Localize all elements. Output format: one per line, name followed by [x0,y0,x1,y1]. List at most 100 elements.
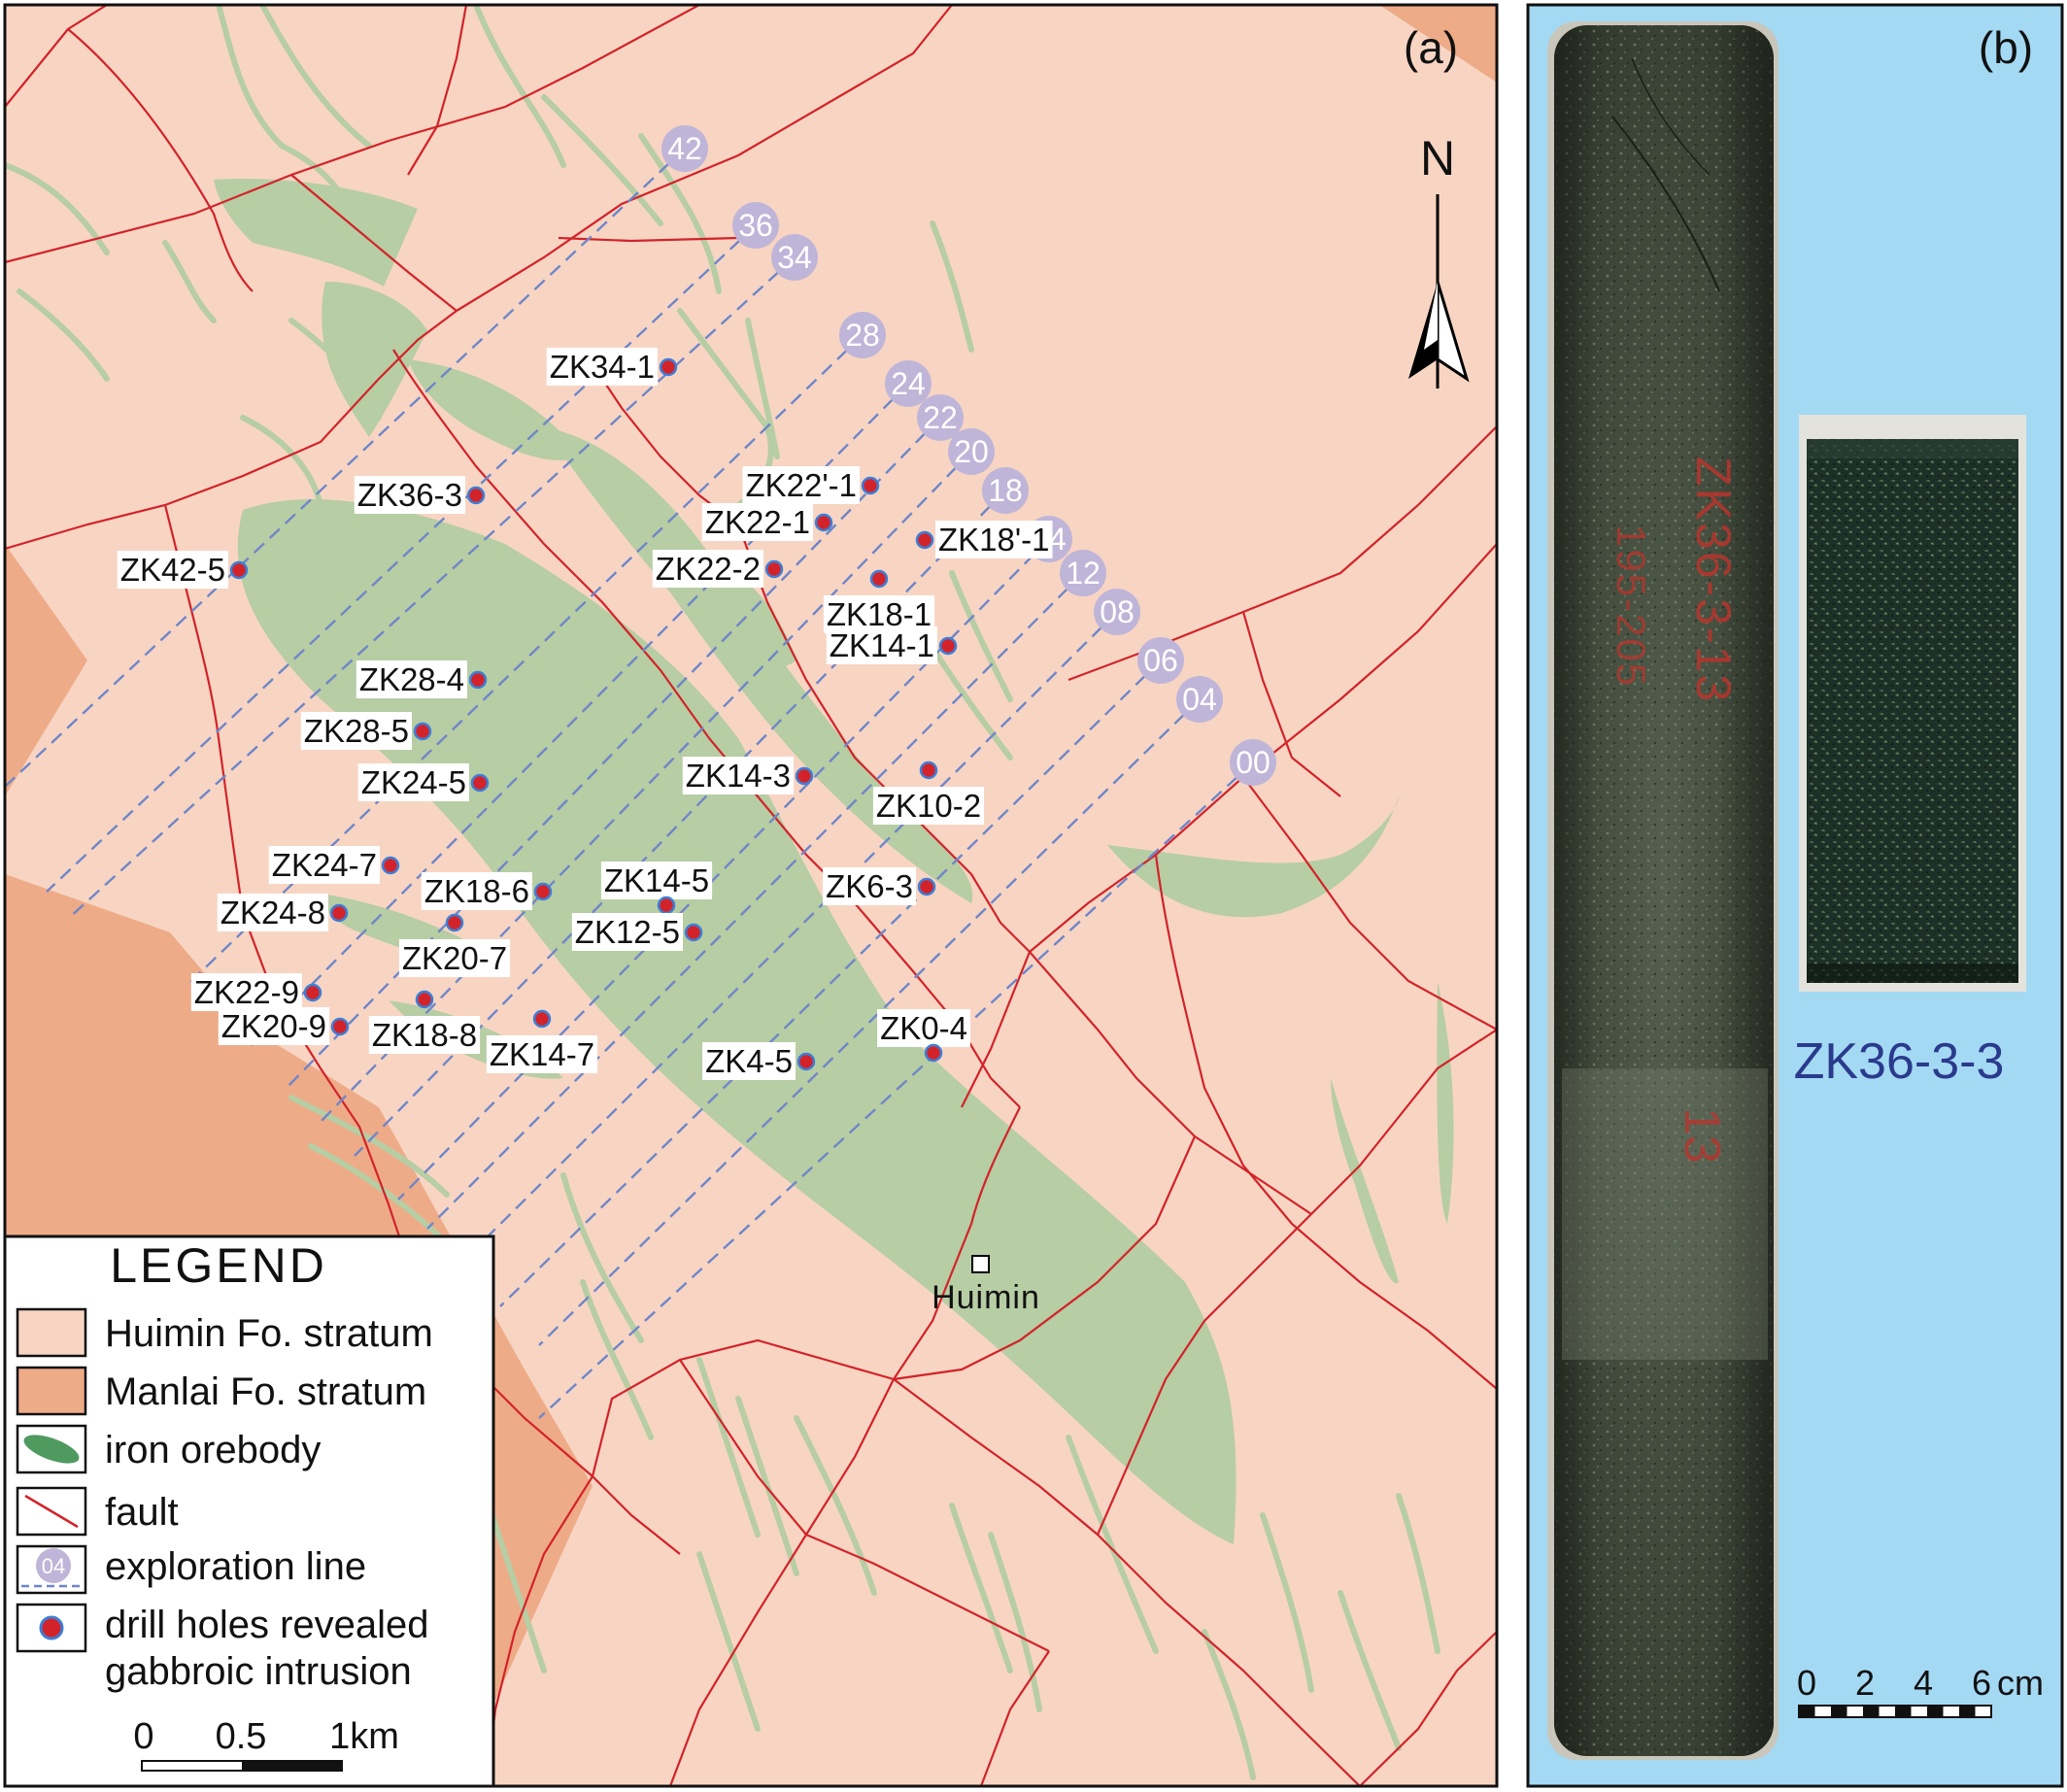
cm-tick-4: 4 [1914,1663,1933,1703]
exploration-line-badge-28: 28 [839,312,886,358]
exploration-line-badge-06: 06 [1137,637,1184,684]
panel-a-map: 4236342824222018141208060400 ZK34-1ZK36-… [5,5,1497,1786]
exploration-line-badge-04: 04 [1176,676,1223,723]
legend-label-manlai: Manlai Fo. stratum [105,1370,426,1413]
drill-hole-label: ZK22-1 [705,504,810,540]
scale-tick-0: 0 [133,1716,153,1757]
drill-hole-zk14-3: ZK14-3 [682,757,814,795]
exploration-line-label: 12 [1066,556,1101,591]
drill-hole-label: ZK4-5 [705,1043,793,1079]
geologic-figure: 4236342824222018141208060400 ZK34-1ZK36-… [3,3,2064,1788]
legend-label-fault: fault [105,1491,179,1534]
exploration-line-label: 04 [1182,682,1217,717]
scale-tick-1km: 1km [329,1716,399,1757]
drill-hole-label: ZK20-9 [221,1008,326,1044]
legend-swatch-manlai [16,1366,87,1416]
legend: LEGEND Huimin Fo. stratum Manlai Fo. str… [5,1234,495,1786]
legend-label-huimin: Huimin Fo. stratum [105,1312,433,1355]
cm-unit: cm [1997,1663,2044,1703]
exploration-line-badge-42: 42 [661,125,708,172]
drill-hole-zk24-8: ZK24-8 [217,894,349,931]
exploration-line-badge-12: 12 [1060,550,1106,596]
drill-hole-zk18-6: ZK18-6 [421,872,553,910]
exploration-line-label: 22 [923,400,958,435]
drill-hole-label: ZK14-5 [604,862,709,898]
drill-hole-zk24-5: ZK24-5 [357,763,490,801]
drill-hole-label: ZK24-8 [220,895,325,930]
exploration-line-badge-36: 36 [732,202,779,249]
panel-b-photo: (b) ZK36-3-13 195-205 13 ZK36-3-3 0 2 4 … [1526,3,2064,1788]
drill-hole-label: ZK14-1 [830,627,934,663]
panel-a-label: (a) [1404,22,1458,73]
drill-hole-label: ZK18'-1 [938,522,1050,558]
drill-hole-zk28-4: ZK28-4 [356,660,488,698]
exploration-line-badge-00: 00 [1230,739,1276,786]
drill-hole-zk36-3: ZK36-3 [354,476,486,514]
exploration-line-badge-34: 34 [771,234,818,281]
drill-hole-label: ZK24-5 [361,764,466,800]
exploration-line-badge-18: 18 [982,467,1029,514]
exploration-line-label: 08 [1100,594,1135,629]
drill-hole-label: ZK18-8 [372,1017,477,1053]
drill-hole-label: ZK10-2 [876,788,981,824]
legend-title: LEGEND [110,1238,327,1293]
drill-hole-label: ZK22-9 [194,974,299,1010]
exploration-line-badge-08: 08 [1094,589,1140,635]
core-marker-depth: 195-205 [1609,524,1654,688]
drill-hole-zk22-1: ZK22'-1 [742,466,880,504]
core-marker-number: 13 [1674,1107,1730,1164]
drill-hole-label: ZK14-7 [490,1036,594,1072]
cm-tick-2: 2 [1855,1663,1875,1703]
drill-hole-label: ZK28-5 [304,713,409,749]
drill-hole-zk22-1: ZK22-1 [701,503,833,541]
drill-hole-zk20-9: ZK20-9 [218,1007,350,1045]
panel-b-label: (b) [1979,22,2033,73]
legend-label-drill-line2: gabbroic intrusion [105,1650,412,1693]
sample-label: ZK36-3-3 [1794,1033,2005,1090]
scale-tick-0-5: 0.5 [216,1716,267,1757]
drill-hole-zk28-5: ZK28-5 [300,712,432,750]
drill-hole-label: ZK22'-1 [745,467,857,503]
drill-hole-zk42-5: ZK42-5 [117,551,249,589]
drill-hole-label: ZK0-4 [880,1010,967,1046]
legend-swatch-huimin [16,1307,87,1358]
cm-tick-6: 6 [1972,1663,1991,1703]
exploration-line-badge-20: 20 [948,428,995,475]
drill-hole-zk22-9: ZK22-9 [190,973,322,1011]
exploration-line-label: 28 [845,318,880,353]
drill-hole-label: ZK6-3 [826,868,913,904]
drill-hole-zk34-1: ZK34-1 [546,348,678,386]
legend-label-drill-line1: drill holes revealed [105,1604,429,1646]
drill-hole-label: ZK42-5 [120,552,225,588]
exploration-line-label: 24 [891,366,926,401]
drill-hole-label: ZK36-3 [357,477,462,513]
drill-hole-icon [39,1615,64,1640]
exploration-line-label: 42 [667,131,702,166]
drill-hole-label: ZK28-4 [359,661,464,697]
core-marker-id: ZK36-3-13 [1686,456,1741,703]
legend-label-exploration: exploration line [105,1545,366,1588]
drill-hole-label: ZK22-2 [656,551,761,587]
legend-sample-badge-text: 04 [42,1554,65,1578]
drill-hole-zk18-1: ZK18'-1 [915,521,1053,558]
drill-hole-label: ZK24-7 [272,847,377,883]
exploration-line-label: 18 [988,473,1023,508]
huimin-town-label: Huimin [932,1279,1040,1316]
drill-hole-zk24-7: ZK24-7 [268,846,400,884]
drill-hole-zk22-2: ZK22-2 [652,550,784,588]
drill-core-photo: ZK36-3-13 195-205 13 [1547,21,1779,1760]
north-label: N [1420,131,1455,186]
sample-slab-photo [1799,415,2026,992]
drill-hole-label: ZK14-3 [686,758,791,794]
drill-hole-zk14-1: ZK14-1 [826,626,958,664]
exploration-line-label: 00 [1236,745,1271,780]
legend-label-orebody: iron orebody [105,1429,321,1471]
exploration-line-label: 20 [954,434,989,469]
exploration-line-label: 06 [1143,643,1178,678]
drill-hole-label: ZK20-7 [402,940,507,976]
exploration-line-label: 36 [738,208,773,243]
drill-hole-label: ZK18-6 [424,873,529,909]
drill-hole-label: ZK12-5 [575,914,680,950]
cm-tick-0: 0 [1797,1663,1816,1703]
drill-hole-zk12-5: ZK12-5 [571,913,703,951]
